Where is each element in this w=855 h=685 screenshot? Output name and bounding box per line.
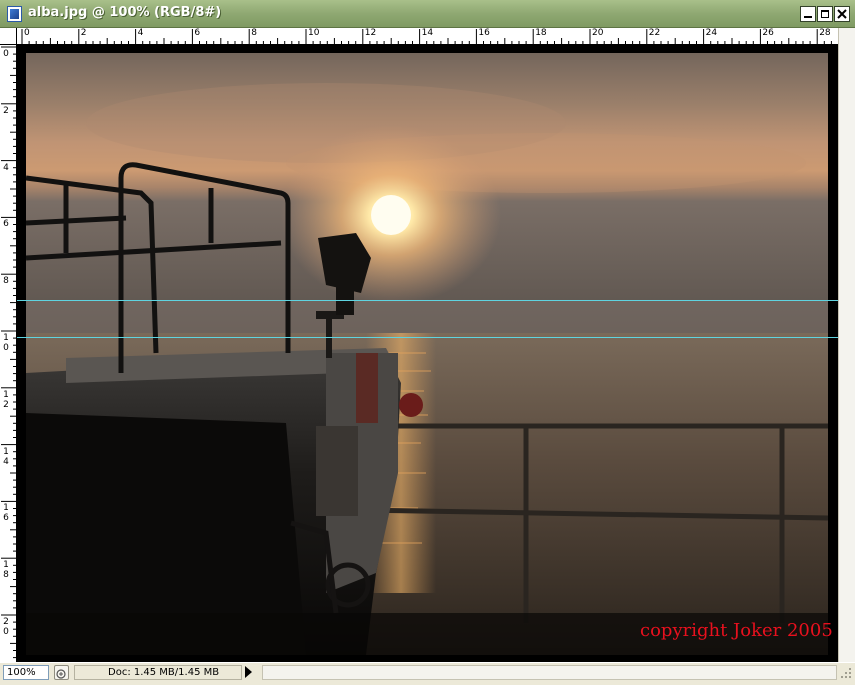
ruler-left-digit: 2 <box>3 105 9 116</box>
ruler-top-label: 10 <box>308 28 320 38</box>
ruler-left-digit: 2 <box>3 617 9 627</box>
guide-line-upper[interactable] <box>17 300 838 301</box>
ruler-left-digit: 4 <box>3 162 9 173</box>
photoshop-document-icon <box>7 6 22 22</box>
status-bar: 100% Doc: 1.45 MB/1.45 MB <box>0 662 855 681</box>
ruler-top-label: 2 <box>80 28 87 38</box>
ruler-top-label: 4 <box>137 28 144 38</box>
ruler-left-digit: 6 <box>3 513 9 524</box>
window-title: alba.jpg @ 100% (RGB/8#) <box>28 5 222 20</box>
ruler-left-label: 20 <box>2 617 10 637</box>
doc-size-info: Doc: 1.45 MB/1.45 MB <box>74 665 242 680</box>
ruler-top-label: 24 <box>705 28 718 38</box>
horizontal-ruler[interactable]: 0 2 4 6 8 10 12 14 16 18 20 22 24 26 28 <box>17 28 838 45</box>
ruler-top-label: 22 <box>648 28 661 38</box>
ruler-left-label: 18 <box>2 560 10 580</box>
resize-grip-icon[interactable] <box>838 665 853 680</box>
ruler-left-label: 10 <box>2 333 10 353</box>
status-menu-arrow-icon[interactable] <box>245 666 252 678</box>
close-button[interactable] <box>834 6 850 22</box>
ruler-left-digit: 8 <box>3 570 9 581</box>
ruler-left-digit: 0 <box>3 49 9 59</box>
copyright-watermark: copyright Joker 2005 <box>640 620 833 641</box>
vertical-scrollbar[interactable] <box>838 28 855 662</box>
ruler-left-digit: 4 <box>3 456 9 467</box>
maximize-button[interactable] <box>817 6 833 22</box>
ruler-left-digit: 1 <box>3 560 9 571</box>
ruler-left-label: 8 <box>2 276 10 286</box>
ruler-left-label: 2 <box>2 106 10 116</box>
ruler-left-digit: 2 <box>3 399 9 410</box>
ruler-top-label: 26 <box>762 28 774 38</box>
ruler-left-label: 12 <box>2 390 10 410</box>
ruler-top-label: 16 <box>478 28 490 38</box>
ruler-left-label: 4 <box>2 163 10 173</box>
ruler-left-digit: 1 <box>3 503 9 514</box>
ruler-top-label: 8 <box>251 28 257 38</box>
ruler-left-digit: 8 <box>3 276 9 287</box>
window-title-bar[interactable]: alba.jpg @ 100% (RGB/8#) <box>0 0 855 28</box>
ruler-top-label: 28 <box>819 28 831 38</box>
ruler-left-digit: 6 <box>3 219 9 230</box>
ruler-top-label: 12 <box>364 28 377 38</box>
ruler-left-digit: 1 <box>3 333 9 343</box>
ruler-left-label: 6 <box>2 219 10 229</box>
ruler-top-label: 14 <box>421 28 434 38</box>
ruler-top-label: 20 <box>592 28 604 38</box>
navigator-icon <box>56 669 66 679</box>
document-canvas[interactable]: copyright Joker 2005 <box>17 45 838 662</box>
ruler-left-label: 16 <box>2 503 10 523</box>
vertical-ruler[interactable]: 02468101214161820 <box>0 45 17 662</box>
ruler-left-label: 14 <box>2 447 10 467</box>
close-icon <box>837 9 847 19</box>
ruler-top-label: 6 <box>194 28 201 38</box>
ruler-left-digit: 1 <box>3 389 9 400</box>
ruler-top-label: 0 <box>24 28 30 38</box>
sunset-photo <box>26 53 828 655</box>
ruler-left-digit: 0 <box>3 343 9 353</box>
minimize-button[interactable] <box>800 6 816 22</box>
ruler-left-digit: 0 <box>3 627 9 637</box>
ruler-top-label: 18 <box>535 28 547 38</box>
ruler-origin[interactable] <box>0 28 17 45</box>
guide-line-lower[interactable] <box>17 337 838 338</box>
navigator-button[interactable] <box>54 665 69 680</box>
ruler-left-digit: 1 <box>3 446 9 457</box>
horizontal-scrollbar[interactable] <box>262 665 837 680</box>
zoom-field[interactable]: 100% <box>3 665 49 680</box>
ruler-left-label: 0 <box>2 49 10 59</box>
